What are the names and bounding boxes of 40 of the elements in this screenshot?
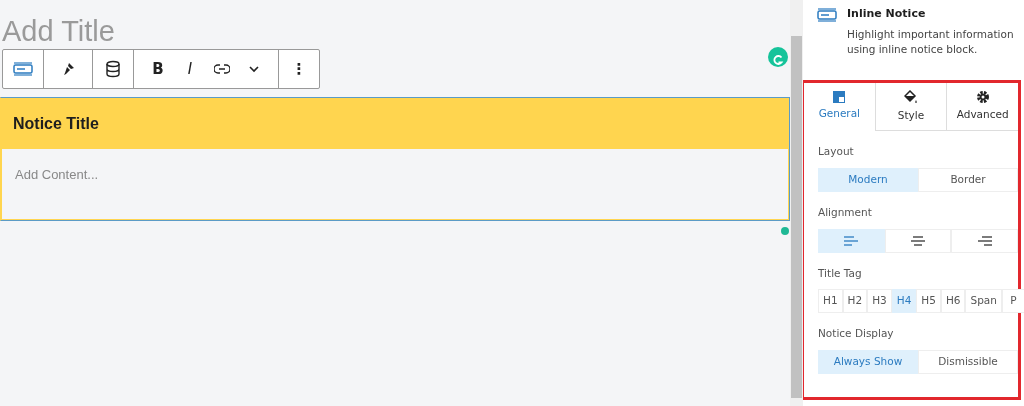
segment-option[interactable]: H2 bbox=[842, 289, 868, 314]
settings-icon bbox=[975, 90, 990, 105]
block-icon bbox=[817, 8, 837, 22]
link-icon bbox=[214, 64, 230, 74]
alignment-option[interactable] bbox=[818, 228, 885, 253]
segment-option[interactable]: H4 bbox=[891, 289, 917, 314]
segment-option[interactable]: Always Show bbox=[818, 350, 918, 374]
resize-handle[interactable] bbox=[781, 227, 789, 235]
notice-title[interactable]: Notice Title bbox=[1, 98, 789, 149]
field-label: Layout bbox=[818, 144, 855, 159]
field-label: Alignment bbox=[818, 204, 873, 220]
align-center-icon bbox=[911, 235, 925, 246]
italic-button[interactable]: I bbox=[176, 54, 204, 84]
segment-option[interactable]: Span bbox=[965, 289, 1002, 314]
options-button[interactable]: ⋮ bbox=[285, 54, 313, 84]
layout-icon bbox=[833, 91, 846, 104]
segment-option[interactable]: H6 bbox=[940, 289, 966, 314]
field-label: Notice Display bbox=[818, 326, 895, 342]
advanced-tab[interactable]: Advanced bbox=[946, 83, 1018, 131]
segment-option[interactable]: H3 bbox=[867, 289, 892, 314]
segment-option[interactable]: H1 bbox=[818, 289, 843, 314]
alignment-option[interactable] bbox=[951, 228, 1018, 253]
field-label: Title Tag bbox=[818, 265, 863, 281]
align-right-icon bbox=[977, 235, 992, 246]
bold-button[interactable]: B bbox=[144, 54, 172, 84]
more-icon bbox=[248, 65, 260, 73]
segment-option[interactable]: Modern bbox=[818, 167, 918, 192]
database-icon bbox=[105, 60, 121, 78]
block-type-icon bbox=[13, 62, 33, 76]
segment-option[interactable]: P bbox=[1001, 289, 1024, 314]
grammarly-icon[interactable] bbox=[768, 47, 788, 67]
block-description: Highlight important information using inline notice block. bbox=[847, 26, 1015, 57]
paint-bucket-icon bbox=[904, 89, 918, 105]
style-tab[interactable]: Style bbox=[874, 83, 947, 131]
segment-option[interactable]: Dismissible bbox=[918, 350, 1018, 374]
align-left-icon bbox=[844, 235, 859, 246]
segment-option[interactable]: H5 bbox=[916, 289, 941, 314]
alignment-option[interactable] bbox=[884, 228, 952, 253]
block-name: Inline Notice bbox=[847, 6, 927, 22]
segment-option[interactable]: Border bbox=[918, 167, 1018, 192]
